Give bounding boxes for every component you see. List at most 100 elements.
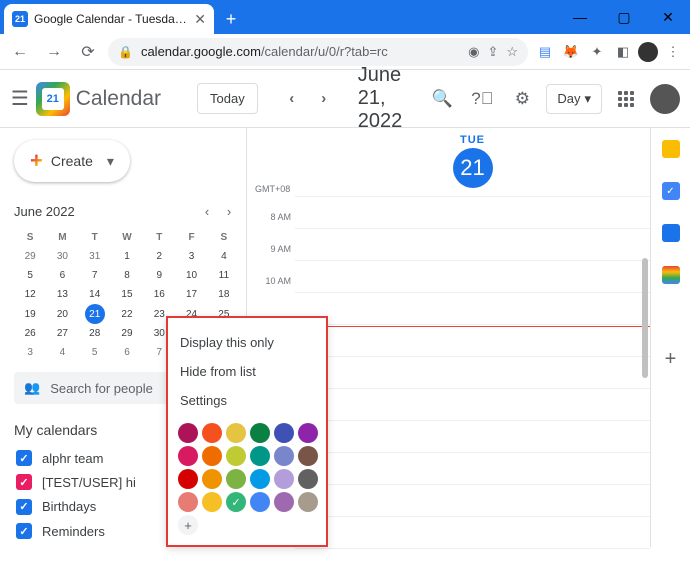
color-swatch[interactable] — [226, 469, 246, 489]
mini-calendar-day[interactable]: 19 — [14, 304, 46, 324]
color-swatch[interactable] — [298, 469, 318, 489]
view-selector[interactable]: Day ▾ — [546, 84, 602, 114]
mini-calendar-day[interactable]: 5 — [14, 266, 46, 285]
extension-icon-metamask[interactable]: 🦊 — [560, 41, 582, 63]
mini-calendar-day[interactable]: 11 — [208, 266, 240, 285]
keep-icon[interactable] — [662, 140, 680, 158]
color-swatch[interactable] — [226, 423, 246, 443]
color-swatch[interactable] — [298, 423, 318, 443]
color-swatch[interactable] — [250, 492, 270, 512]
prev-period-button[interactable]: ‹ — [278, 85, 306, 113]
color-swatch[interactable] — [202, 446, 222, 466]
next-period-button[interactable]: › — [310, 85, 338, 113]
color-swatch[interactable] — [226, 492, 246, 512]
color-swatch[interactable] — [298, 492, 318, 512]
eye-icon[interactable]: ◉ — [468, 44, 479, 60]
color-swatch[interactable] — [202, 423, 222, 443]
hour-row[interactable] — [295, 548, 650, 580]
mini-calendar-day[interactable]: 27 — [46, 324, 78, 343]
hour-row[interactable] — [295, 260, 650, 292]
ctx-display-only[interactable]: Display this only — [178, 328, 316, 357]
chrome-menu-icon[interactable]: ⋮ — [662, 41, 684, 63]
color-swatch[interactable] — [226, 446, 246, 466]
mini-calendar-prev[interactable]: ‹ — [196, 200, 218, 222]
help-icon[interactable]: ?⃝ — [466, 83, 498, 115]
mini-calendar-day[interactable]: 1 — [111, 247, 143, 266]
mini-calendar-day[interactable]: 21 — [79, 304, 111, 324]
contacts-icon[interactable] — [662, 224, 680, 242]
mini-calendar-day[interactable]: 2 — [143, 247, 175, 266]
color-swatch[interactable] — [274, 423, 294, 443]
color-swatch[interactable] — [274, 446, 294, 466]
mini-calendar-day[interactable]: 26 — [14, 324, 46, 343]
maps-icon[interactable] — [662, 266, 680, 284]
mini-calendar-day[interactable]: 9 — [143, 266, 175, 285]
share-icon[interactable]: ⇪ — [487, 44, 498, 60]
add-custom-color-button[interactable]: + — [178, 515, 198, 535]
color-swatch[interactable] — [274, 492, 294, 512]
mini-calendar-day[interactable]: 17 — [175, 285, 207, 304]
mini-calendar-day[interactable]: 18 — [208, 285, 240, 304]
mini-calendar-day[interactable]: 6 — [111, 343, 143, 362]
color-swatch[interactable] — [178, 469, 198, 489]
forward-button[interactable]: → — [40, 38, 68, 66]
mini-calendar-day[interactable]: 12 — [14, 285, 46, 304]
window-close-button[interactable]: ✕ — [646, 0, 690, 34]
calendar-checkbox[interactable]: ✓ — [16, 474, 32, 490]
back-button[interactable]: ← — [6, 38, 34, 66]
addons-plus-icon[interactable]: + — [665, 348, 677, 371]
color-swatch[interactable] — [298, 446, 318, 466]
hour-row[interactable] — [295, 292, 650, 324]
window-minimize-button[interactable]: — — [558, 0, 602, 34]
mini-calendar-day[interactable]: 22 — [111, 304, 143, 324]
color-swatch[interactable] — [250, 423, 270, 443]
mini-calendar-day[interactable]: 30 — [46, 247, 78, 266]
extension-icon-4[interactable]: ◧ — [612, 41, 634, 63]
mini-calendar-day[interactable]: 15 — [111, 285, 143, 304]
hour-row[interactable] — [295, 196, 650, 228]
hour-grid[interactable] — [295, 196, 650, 580]
hour-row[interactable] — [295, 388, 650, 420]
hour-row[interactable] — [295, 356, 650, 388]
today-button[interactable]: Today — [197, 83, 258, 114]
ctx-hide-from-list[interactable]: Hide from list — [178, 357, 316, 386]
ctx-settings[interactable]: Settings — [178, 386, 316, 415]
account-avatar[interactable] — [650, 84, 680, 114]
bookmark-icon[interactable]: ☆ — [506, 44, 518, 60]
calendar-checkbox[interactable]: ✓ — [16, 450, 32, 466]
search-icon[interactable]: 🔍 — [426, 83, 458, 115]
mini-calendar-next[interactable]: › — [218, 200, 240, 222]
mini-calendar-day[interactable]: 3 — [175, 247, 207, 266]
hour-row[interactable] — [295, 324, 650, 356]
mini-calendar-day[interactable]: 13 — [46, 285, 78, 304]
hour-row[interactable] — [295, 484, 650, 516]
mini-calendar-day[interactable]: 10 — [175, 266, 207, 285]
mini-calendar-day[interactable]: 7 — [79, 266, 111, 285]
color-swatch[interactable] — [178, 492, 198, 512]
mini-calendar-day[interactable]: 29 — [14, 247, 46, 266]
color-swatch[interactable] — [178, 423, 198, 443]
mini-calendar-day[interactable]: 3 — [14, 343, 46, 362]
color-swatch[interactable] — [250, 446, 270, 466]
tasks-icon[interactable] — [662, 182, 680, 200]
extensions-puzzle-icon[interactable]: ✦ — [586, 41, 608, 63]
color-swatch[interactable] — [178, 446, 198, 466]
mini-calendar-day[interactable]: 4 — [208, 247, 240, 266]
mini-calendar-day[interactable]: 31 — [79, 247, 111, 266]
extension-icon-1[interactable]: ▤ — [534, 41, 556, 63]
calendar-checkbox[interactable]: ✓ — [16, 499, 32, 515]
mini-calendar-day[interactable]: 20 — [46, 304, 78, 324]
create-button[interactable]: + Create ▾ — [14, 140, 130, 182]
mini-calendar-day[interactable]: 28 — [79, 324, 111, 343]
address-bar[interactable]: 🔒 calendar.google.com/calendar/u/0/r?tab… — [108, 38, 528, 66]
tab-close-icon[interactable]: ✕ — [194, 11, 206, 28]
profile-avatar[interactable] — [638, 42, 658, 62]
settings-gear-icon[interactable]: ⚙ — [506, 83, 538, 115]
calendar-checkbox[interactable]: ✓ — [16, 523, 32, 539]
google-apps-icon[interactable] — [610, 83, 642, 115]
hour-row[interactable] — [295, 452, 650, 484]
color-swatch[interactable] — [250, 469, 270, 489]
hour-row[interactable] — [295, 228, 650, 260]
mini-calendar-day[interactable]: 16 — [143, 285, 175, 304]
mini-calendar-day[interactable]: 5 — [79, 343, 111, 362]
